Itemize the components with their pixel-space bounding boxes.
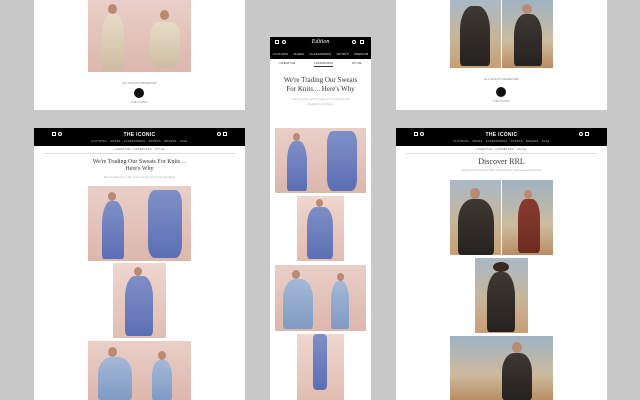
logo-caption: THE ICONIC [492, 99, 511, 103]
main-nav[interactable]: CLOTHING · SHOES · ACCESSORIES · SPORTS … [34, 140, 245, 143]
site-header: THE ICONIC CLOTHING · SHOES · ACCESSORIE… [396, 128, 607, 146]
article-subtitle: Explore the world of RRL and find your n… [461, 168, 542, 172]
lookbook-photo-men-jacket[interactable] [502, 0, 553, 68]
brand-logo-circle[interactable] [134, 88, 144, 98]
lookbook-photo-blue-dress[interactable] [297, 196, 344, 261]
lookbook-photo-blue-knit-pair[interactable] [88, 186, 191, 261]
article-subnav[interactable]: LIFESTYLE · LOOKBOOKS · STYLE [34, 149, 245, 151]
bag-icon[interactable] [360, 40, 364, 44]
lookbook-photo-blue-knit-pair[interactable] [275, 128, 366, 193]
main-nav[interactable]: CLOTHING · SHOES · ACCESSORIES · SPORTS … [396, 140, 607, 143]
tab-lookbooks[interactable]: LOOKBOOKS [314, 61, 334, 67]
nav-item[interactable]: CLOTHING [273, 52, 289, 56]
mobile-header: Edition CLOTHING SHOES ACCESSORIES SPORT… [270, 37, 371, 59]
lookbook-photo-man-desert[interactable] [450, 336, 553, 400]
mobile-main-nav: CLOTHING SHOES ACCESSORIES SPORTS PREMIU… [270, 52, 371, 56]
nav-item[interactable]: ACCESSORIES [309, 52, 331, 56]
lookbook-photo-printed-pants[interactable] [297, 334, 344, 400]
article-subnav[interactable]: LIFESTYLE · LOOKBOOKS · STYLE [396, 149, 607, 151]
brand-logo-circle[interactable] [496, 87, 506, 97]
lookbook-photo-woman-red-dress[interactable] [502, 180, 553, 255]
lookbook-photo-woman-hat[interactable] [475, 258, 528, 333]
nav-item[interactable]: SPORTS [336, 52, 348, 56]
lookbook-photo-cream-knit[interactable] [88, 0, 191, 72]
desktop-preview-rrl-article: THE ICONIC CLOTHING · SHOES · ACCESSORIE… [396, 128, 607, 400]
nav-item[interactable]: SHOES [294, 52, 305, 56]
site-logo[interactable]: THE ICONIC [34, 132, 245, 138]
bag-icon[interactable] [223, 132, 227, 136]
nav-item[interactable]: PREMIUM [354, 52, 368, 56]
footer-caption: ALL RIGHTS RESERVED [122, 81, 157, 85]
bag-icon[interactable] [585, 132, 589, 136]
wishlist-icon[interactable] [352, 40, 356, 44]
mobile-tabs: LIFESTYLE LOOKBOOKS STYLE [270, 61, 371, 67]
tab-style[interactable]: STYLE [352, 61, 362, 67]
footer-caption: ALL RIGHTS RESERVED [484, 77, 519, 81]
desktop-preview-knits-article: THE ICONIC CLOTHING · SHOES · ACCESSORIE… [34, 128, 245, 400]
article-subtitle-line2: limited everything. [307, 102, 334, 106]
article-title-line1: We're Trading Our Sweats For Knits ... [92, 159, 187, 165]
desktop-preview-top-left: ALL RIGHTS RESERVED THE ICONIC [34, 0, 245, 110]
lookbook-photo-men-denim[interactable] [450, 0, 501, 68]
article-subtitle: The smooth factor only we're running off… [103, 175, 176, 179]
article-title-line1: We're Trading Our Sweats [283, 76, 358, 84]
lookbook-photo-light-blue-pair[interactable] [275, 265, 366, 331]
article-subtitle-line1: The smooth factor only we're running off [291, 97, 350, 101]
wishlist-icon[interactable] [217, 132, 221, 136]
article-title-line2: For Knits ... Here's Why [286, 85, 355, 93]
wishlist-icon[interactable] [579, 132, 583, 136]
article-title: Discover RRL [478, 157, 525, 166]
lookbook-photo-blue-dress[interactable] [113, 263, 166, 338]
lookbook-photo-man-denim-jacket[interactable] [450, 180, 501, 255]
site-header: THE ICONIC CLOTHING · SHOES · ACCESSORIE… [34, 128, 245, 146]
site-logo[interactable]: THE ICONIC [396, 132, 607, 138]
lookbook-photo-light-blue-pair[interactable] [88, 341, 191, 400]
article-title-line2: Here's Why [125, 166, 154, 172]
mobile-preview-knits-article: Edition CLOTHING SHOES ACCESSORIES SPORT… [270, 37, 371, 400]
desktop-preview-top-right: ALL RIGHTS RESERVED THE ICONIC [396, 0, 607, 110]
logo-caption: THE ICONIC [130, 100, 149, 104]
tab-lifestyle[interactable]: LIFESTYLE [279, 61, 295, 67]
